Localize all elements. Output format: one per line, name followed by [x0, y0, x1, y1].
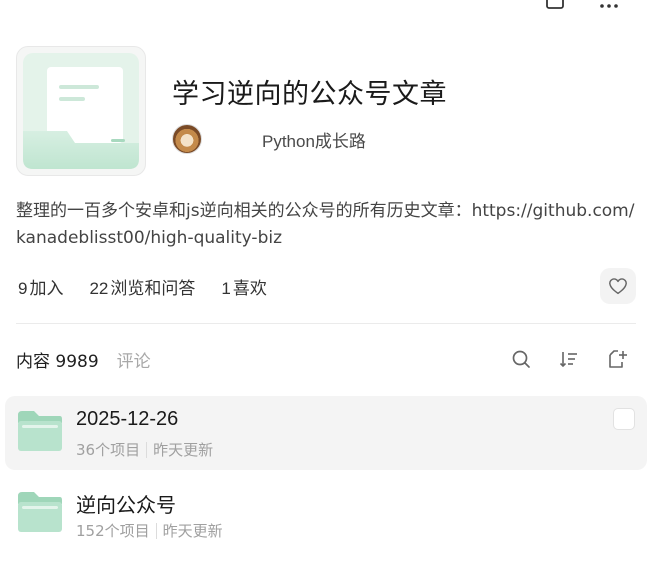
tab-comments[interactable]: 评论 [117, 347, 151, 372]
search-icon[interactable] [510, 348, 532, 370]
description: 整理的一百多个安卓和js逆向相关的公众号的所有历史文章：https://gith… [16, 201, 635, 248]
sort-icon[interactable] [558, 348, 580, 370]
folder-item-count: 152个项目 [76, 522, 150, 540]
divider [16, 323, 636, 324]
page-title: 学习逆向的公众号文章 [172, 79, 447, 110]
author-row[interactable]: Python成长路 [172, 124, 366, 154]
view-stat[interactable]: 22 浏览和问答 [89, 274, 195, 299]
folder-item[interactable]: 逆向公众号 152个项目 昨天更新 [5, 477, 647, 551]
heart-icon [609, 278, 627, 295]
content-tabs: 内容 9989 评论 [16, 347, 151, 372]
folder-updated: 昨天更新 [153, 441, 214, 459]
folder-meta: 152个项目 昨天更新 [76, 520, 223, 541]
stats-row: 9 加入 22 浏览和问答 1 喜欢 [18, 274, 267, 299]
folder-icon [18, 492, 62, 532]
meta-separator [155, 522, 157, 539]
folder-updated: 昨天更新 [162, 522, 223, 540]
like-button[interactable] [600, 268, 636, 304]
cover-image [16, 46, 146, 176]
more-icon[interactable] [598, 0, 620, 10]
select-checkbox[interactable] [613, 408, 635, 430]
share-icon[interactable] [544, 0, 566, 10]
knowledge-base-page: 学习逆向的公众号文章 Python成长路 整理的一百多个安卓和js逆向相关的公众… [0, 0, 660, 567]
join-stat[interactable]: 9 加入 [18, 274, 63, 299]
folder-illustration [23, 53, 139, 169]
folder-item[interactable]: 2025-12-26 36个项目 昨天更新 [5, 396, 647, 470]
folder-name[interactable]: 逆向公众号 [76, 489, 176, 518]
folder-name[interactable]: 2025-12-26 [76, 408, 178, 431]
folder-item-count: 36个项目 [76, 441, 141, 459]
top-toolbar [544, 0, 620, 10]
meta-separator [146, 441, 148, 458]
like-stat[interactable]: 1 喜欢 [221, 274, 266, 299]
avatar[interactable] [172, 124, 202, 154]
folder-icon [18, 411, 62, 451]
folder-meta: 36个项目 昨天更新 [76, 439, 213, 460]
new-folder-icon[interactable] [606, 348, 628, 370]
author-name[interactable]: Python成长路 [262, 127, 366, 152]
tab-content[interactable]: 内容 9989 [16, 347, 99, 372]
content-toolbar [510, 348, 628, 370]
